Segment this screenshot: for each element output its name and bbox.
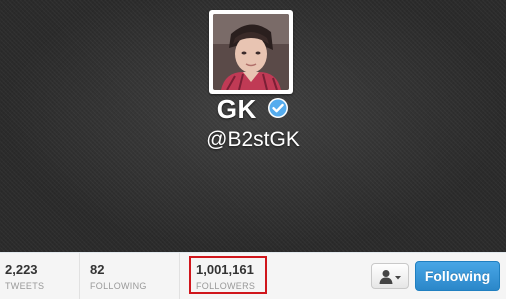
- tweets-label: TWEETS: [5, 281, 45, 291]
- following-label: FOLLOWING: [90, 281, 147, 291]
- following-button[interactable]: Following: [415, 261, 500, 291]
- stat-tweets[interactable]: 2,223 TWEETS: [0, 253, 80, 299]
- profile-name: GK: [216, 94, 257, 124]
- profile-header: GK @B2stGK: [0, 0, 506, 252]
- followers-highlight-box: [189, 256, 267, 294]
- profile-handle: @B2stGK: [206, 128, 300, 151]
- avatar-photo: [213, 14, 289, 90]
- person-icon: [379, 270, 401, 284]
- stat-following[interactable]: 82 FOLLOWING: [85, 253, 180, 299]
- profile-name-row: GK: [0, 94, 506, 125]
- user-actions-button[interactable]: [371, 263, 409, 289]
- avatar[interactable]: [209, 10, 293, 94]
- following-count: 82: [90, 262, 105, 277]
- tweets-count: 2,223: [5, 262, 38, 277]
- verified-badge-icon: [267, 97, 289, 119]
